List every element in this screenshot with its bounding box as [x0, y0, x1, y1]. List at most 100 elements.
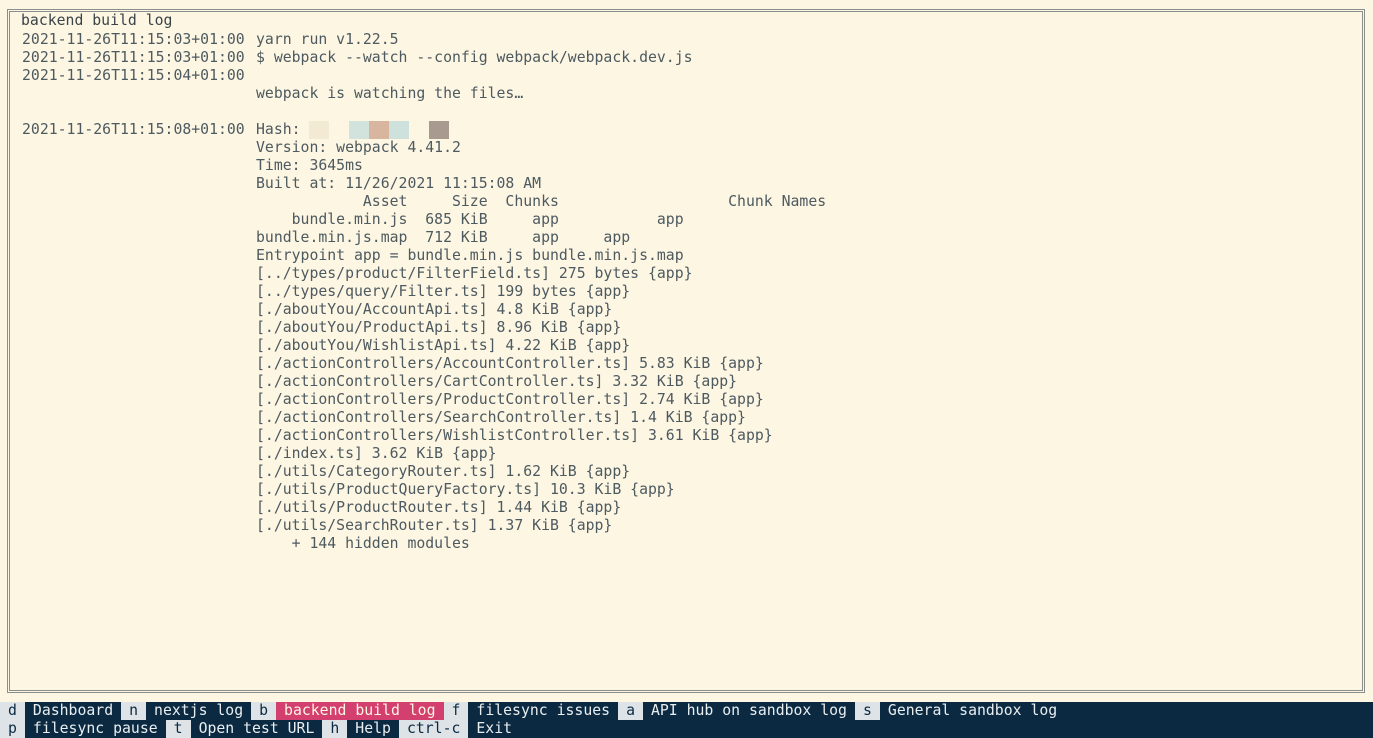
- menu-item-filesync-pause[interactable]: filesync pause: [24, 720, 166, 738]
- log-message: [./actionControllers/ProductController.t…: [256, 391, 764, 408]
- log-line: [./utils/SearchRouter.ts] 1.37 KiB {app}: [22, 517, 1362, 535]
- log-timestamp: [22, 247, 256, 265]
- menu-item-exit[interactable]: Exit: [468, 720, 521, 738]
- menu-key-p[interactable]: p: [0, 720, 25, 738]
- log-line: Built at: 11/26/2021 11:15:08 AM: [22, 175, 1362, 193]
- menu-key-s[interactable]: s: [854, 702, 880, 720]
- log-timestamp: [22, 427, 256, 445]
- log-message: [./utils/SearchRouter.ts] 1.37 KiB {app}: [256, 517, 613, 534]
- log-line: 2021-11-26T11:15:03+01:00 $ webpack --wat…: [22, 49, 1362, 67]
- log-message: [./actionControllers/SearchController.ts…: [256, 409, 746, 426]
- log-message: bundle.min.js.map 712 KiB app app: [256, 229, 631, 246]
- log-message: webpack is watching the files…: [256, 85, 524, 102]
- keybinding-menu: d Dashboard n nextjs log b backend build log f…: [0, 702, 1373, 738]
- log-line: [./aboutYou/AccountApi.ts] 4.8 KiB {app}: [22, 301, 1362, 319]
- log-line: [./actionControllers/AccountController.t…: [22, 355, 1362, 373]
- pane-title: backend build log: [20, 12, 174, 30]
- menu-key-t[interactable]: t: [165, 720, 191, 738]
- log-message: Asset Size Chunks Chunk Names: [256, 193, 827, 210]
- menu-item-api-hub-on-sandbox-log[interactable]: API hub on sandbox log: [642, 702, 855, 720]
- log-line: [./actionControllers/CartController.ts] …: [22, 373, 1362, 391]
- log-timestamp: [22, 373, 256, 391]
- log-message: Hash:: [256, 121, 310, 138]
- log-timestamp: [22, 445, 256, 463]
- log-line: [./utils/CategoryRouter.ts] 1.62 KiB {ap…: [22, 463, 1362, 481]
- log-output: 2021-11-26T11:15:03+01:00 yarn run v1.22.…: [22, 31, 1362, 553]
- log-timestamp: 2021-11-26T11:15:03+01:00: [22, 49, 245, 66]
- log-timestamp: 2021-11-26T11:15:03+01:00: [22, 31, 245, 48]
- log-timestamp: [22, 265, 256, 283]
- log-line: [22, 103, 1362, 121]
- menu-key-d[interactable]: d: [0, 702, 25, 720]
- log-line: 2021-11-26T11:15:08+01:00 Hash:: [22, 121, 1362, 139]
- redacted-hash-block: [409, 121, 430, 139]
- log-timestamp: [22, 103, 256, 121]
- log-timestamp: [22, 283, 256, 301]
- log-message: + 144 hidden modules: [256, 535, 470, 552]
- log-line: bundle.min.js.map 712 KiB app app: [22, 229, 1362, 247]
- menu-item-nextjs-log[interactable]: nextjs log: [146, 702, 252, 720]
- log-line: [./index.ts] 3.62 KiB {app}: [22, 445, 1362, 463]
- log-line: webpack is watching the files…: [22, 85, 1362, 103]
- log-timestamp: [22, 157, 256, 175]
- log-message: [./aboutYou/WishlistApi.ts] 4.22 KiB {ap…: [256, 337, 631, 354]
- menu-item-open-test-url[interactable]: Open test URL: [190, 720, 323, 738]
- log-line: 2021-11-26T11:15:04+01:00: [22, 67, 1362, 85]
- log-line: [../types/query/Filter.ts] 199 bytes {ap…: [22, 283, 1362, 301]
- redacted-hash-block: [429, 121, 450, 139]
- redacted-hash-block: [309, 121, 330, 139]
- log-message: Version: webpack 4.41.2: [256, 139, 461, 156]
- log-message: [./actionControllers/WishlistController.…: [256, 427, 773, 444]
- log-message: [./utils/ProductRouter.ts] 1.44 KiB {app…: [256, 499, 622, 516]
- redacted-hash-block: [349, 121, 370, 139]
- log-line: [./actionControllers/SearchController.ts…: [22, 409, 1362, 427]
- log-timestamp: [22, 391, 256, 409]
- menu-item-help[interactable]: Help: [347, 720, 399, 738]
- log-timestamp: 2021-11-26T11:15:08+01:00: [22, 121, 245, 138]
- log-timestamp: [22, 355, 256, 373]
- log-timestamp: [22, 139, 256, 157]
- log-line: [./actionControllers/WishlistController.…: [22, 427, 1362, 445]
- log-timestamp: [22, 229, 256, 247]
- menu-key-f[interactable]: f: [443, 702, 469, 720]
- redacted-hash-block: [329, 121, 350, 139]
- log-line: [./aboutYou/WishlistApi.ts] 4.22 KiB {ap…: [22, 337, 1362, 355]
- log-timestamp: [22, 301, 256, 319]
- log-message: [./utils/ProductQueryFactory.ts] 10.3 Ki…: [256, 481, 675, 498]
- log-timestamp: [22, 175, 256, 193]
- menu-fill: [520, 720, 1373, 738]
- log-message: [./utils/CategoryRouter.ts] 1.62 KiB {ap…: [256, 463, 631, 480]
- log-message: yarn run v1.22.5: [256, 31, 399, 48]
- menu-key-a[interactable]: a: [618, 702, 643, 720]
- log-line: 2021-11-26T11:15:03+01:00 yarn run v1.22.…: [22, 31, 1362, 49]
- log-message: [./index.ts] 3.62 KiB {app}: [256, 445, 497, 462]
- log-line: + 144 hidden modules: [22, 535, 1362, 553]
- log-pane[interactable]: backend build log 2021-11-26T11:15:03+01…: [7, 9, 1365, 693]
- log-timestamp: [22, 85, 256, 103]
- log-line: [./actionControllers/ProductController.t…: [22, 391, 1362, 409]
- menu-key-h[interactable]: h: [322, 720, 348, 738]
- menu-key-b[interactable]: b: [251, 702, 277, 720]
- menu-key-n[interactable]: n: [121, 702, 147, 720]
- menu-item-backend-build-log[interactable]: backend build log: [276, 702, 444, 720]
- redacted-hash-block: [389, 121, 410, 139]
- log-timestamp: [22, 319, 256, 337]
- menu-item-dashboard[interactable]: Dashboard: [24, 702, 122, 720]
- menu-key-ctrl-c[interactable]: ctrl-c: [398, 720, 469, 738]
- log-message: bundle.min.js 685 KiB app app: [256, 211, 684, 228]
- log-timestamp: [22, 517, 256, 535]
- log-timestamp: [22, 337, 256, 355]
- menu-item-filesync-issues[interactable]: filesync issues: [468, 702, 619, 720]
- log-line: [./utils/ProductRouter.ts] 1.44 KiB {app…: [22, 499, 1362, 517]
- menu-row-1: d Dashboard n nextjs log b backend build log f…: [0, 702, 1373, 720]
- log-timestamp: [22, 481, 256, 499]
- log-message: [../types/query/Filter.ts] 199 bytes {ap…: [256, 283, 631, 300]
- menu-item-general-sandbox-log[interactable]: General sandbox log: [879, 702, 1066, 720]
- log-message: [./actionControllers/CartController.ts] …: [256, 373, 738, 390]
- log-message: [./actionControllers/AccountController.t…: [256, 355, 764, 372]
- menu-row-2: p filesync pause t Open test URL h Help ctrl-c…: [0, 720, 1373, 738]
- redacted-hash: [309, 121, 450, 139]
- menu-fill: [1065, 702, 1373, 720]
- log-message: [./aboutYou/AccountApi.ts] 4.8 KiB {app}: [256, 301, 613, 318]
- log-line: Time: 3645ms: [22, 157, 1362, 175]
